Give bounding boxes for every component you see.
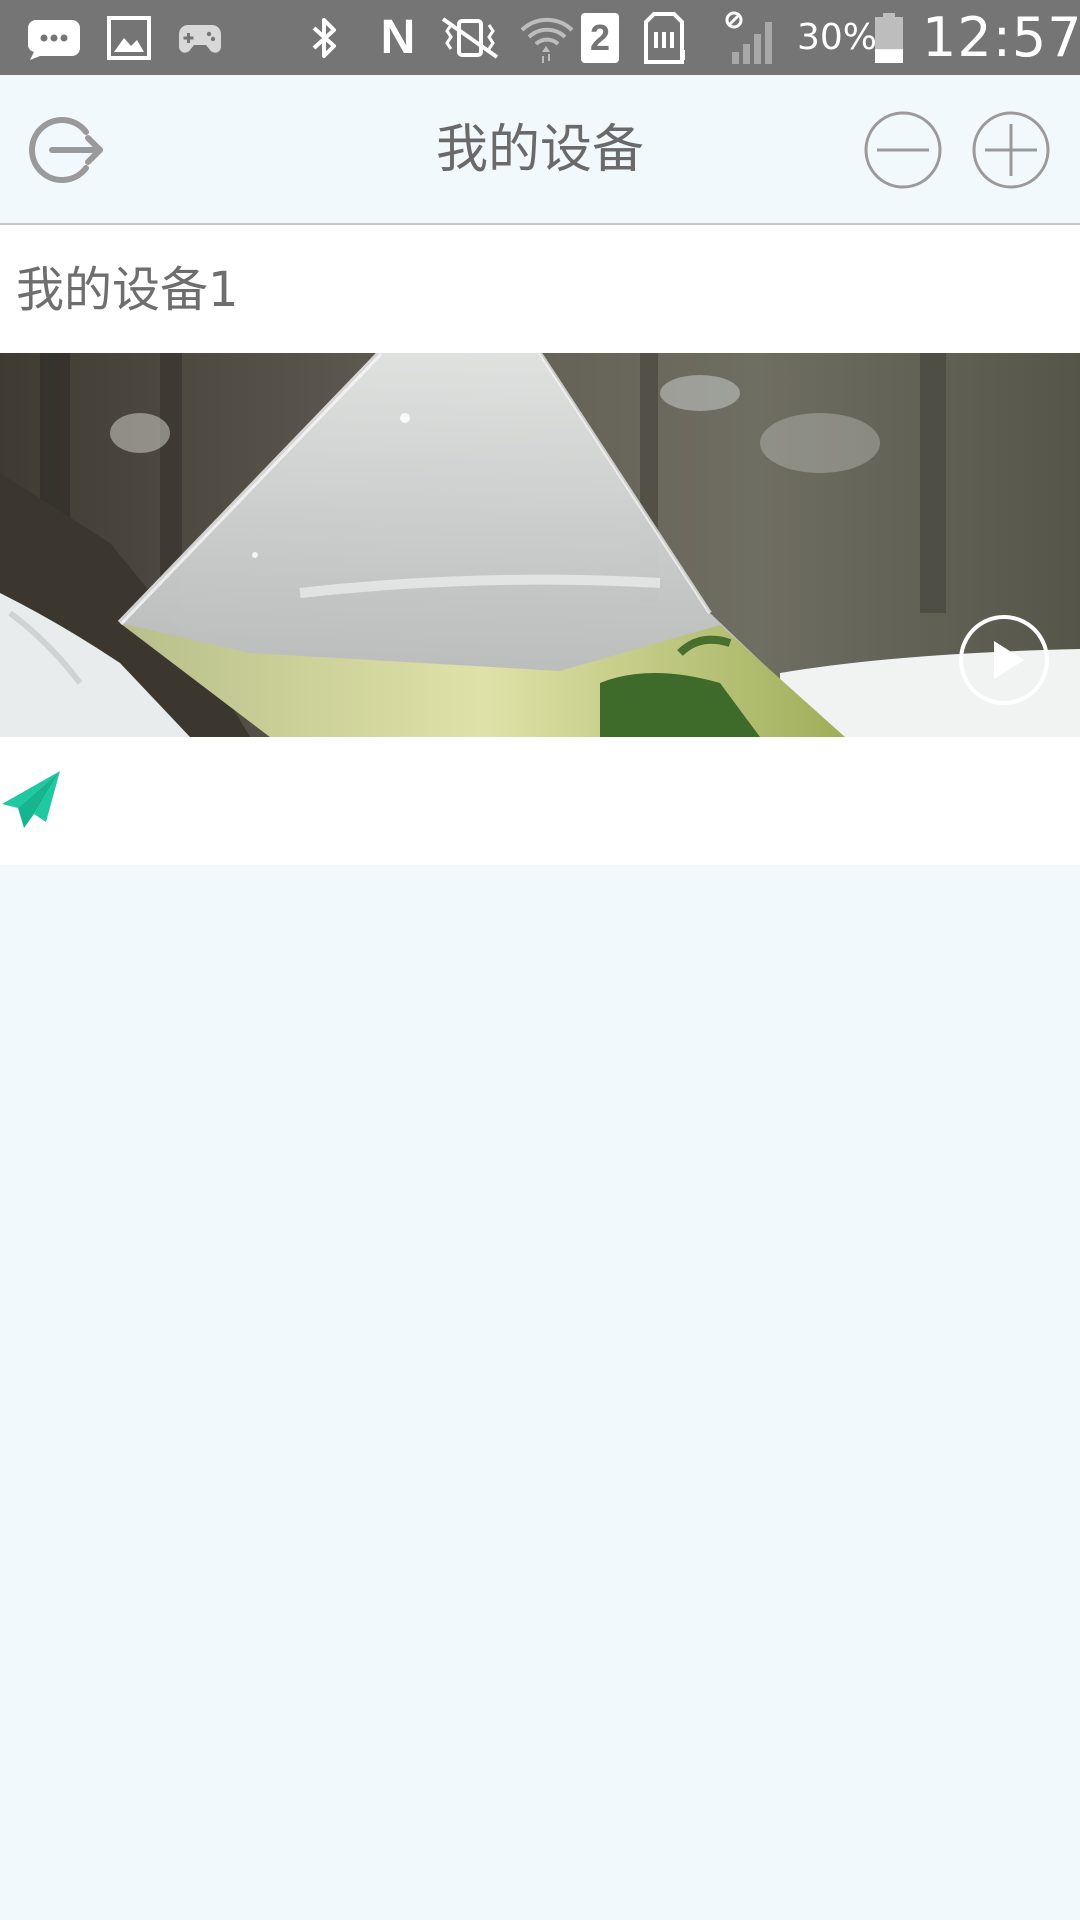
clock: 12:57: [922, 6, 1080, 69]
app-header: 我的设备: [0, 75, 1080, 225]
device-card: 我的设备1: [0, 225, 1080, 865]
sim2-icon: 2: [580, 0, 620, 75]
vibrate-icon: [434, 0, 506, 75]
paper-plane-icon: [2, 771, 60, 828]
play-button[interactable]: [958, 614, 1050, 706]
nfc-icon: N: [380, 11, 416, 64]
wifi-icon: [520, 0, 574, 75]
bluetooth-icon: [307, 0, 343, 75]
no-signal-icon: [724, 0, 778, 75]
chat-icon: [26, 0, 82, 75]
battery-percent: 30%: [797, 17, 878, 58]
plus-circle-icon: [972, 111, 1050, 189]
play-icon: [959, 615, 1049, 705]
gamepad-icon: [178, 0, 222, 75]
remove-device-button[interactable]: [863, 110, 943, 190]
device-name[interactable]: 我的设备1: [16, 255, 239, 325]
logout-button[interactable]: [26, 110, 106, 190]
minus-circle-icon: [864, 111, 942, 189]
share-button[interactable]: [0, 766, 66, 832]
sd-card-icon: [642, 0, 686, 75]
gallery-icon: [107, 0, 151, 75]
battery-icon: [874, 0, 904, 75]
device-preview-image[interactable]: [0, 353, 1080, 737]
status-bar: N 2 30% 12:57: [0, 0, 1080, 75]
add-device-button[interactable]: [971, 110, 1051, 190]
logout-icon: [29, 117, 103, 183]
